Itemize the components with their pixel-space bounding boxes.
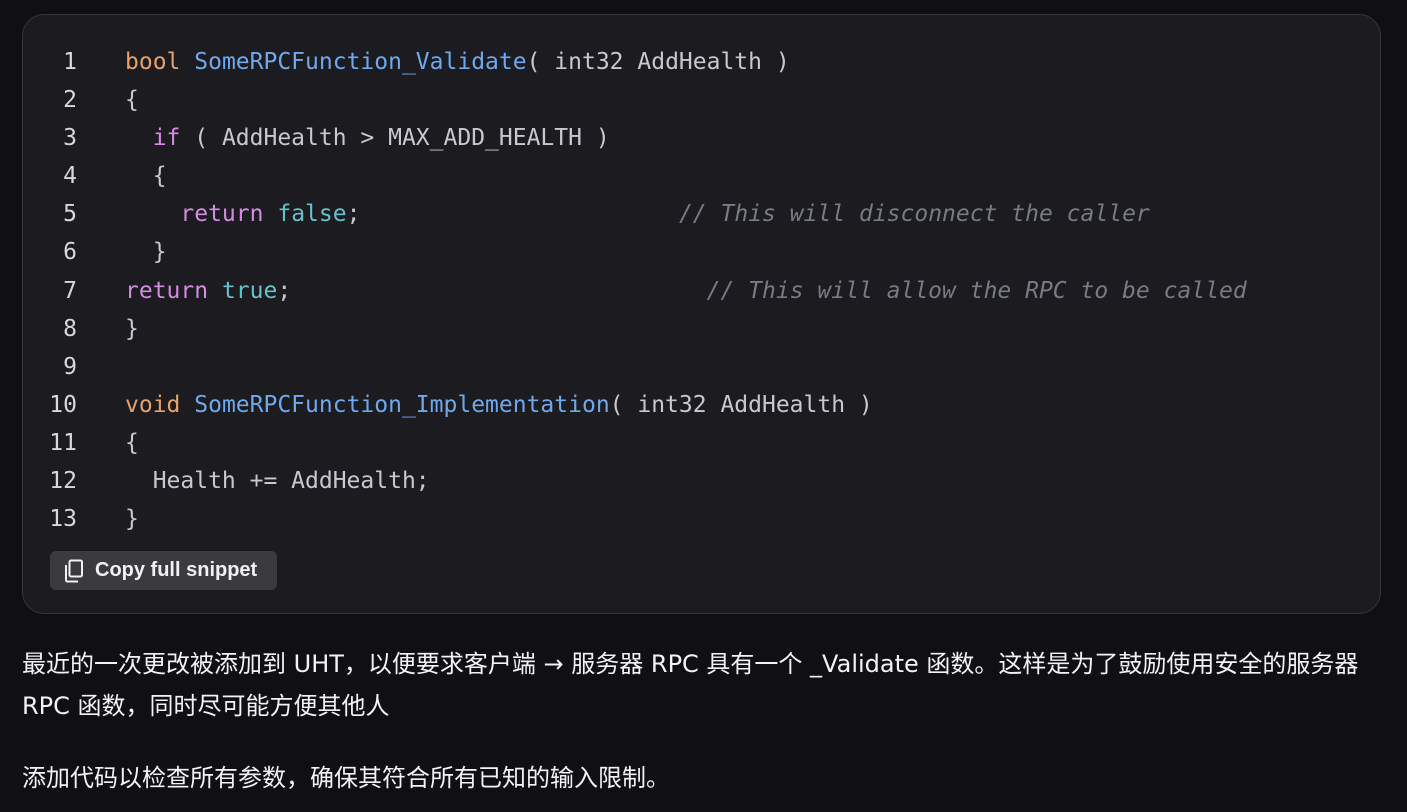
code-line: 4 { xyxy=(23,157,1380,195)
copy-full-snippet-button[interactable]: Copy full snippet xyxy=(50,551,277,590)
code-token: bool xyxy=(125,49,181,75)
code-token: ; xyxy=(346,201,361,228)
code-token: if xyxy=(152,125,181,152)
code-token: Health += AddHealth; xyxy=(125,468,430,495)
code-token: } xyxy=(125,315,139,342)
code-token: ; xyxy=(277,277,292,304)
line-number: 12 xyxy=(49,468,77,495)
code-token: { xyxy=(125,429,139,456)
line-code: { xyxy=(125,424,139,462)
line-number: 13 xyxy=(49,506,77,533)
paragraph-uht-validate: 最近的一次更改被添加到 UHT，以便要求客户端 → 服务器 RPC 具有一个 _… xyxy=(22,650,1359,720)
line-code: { xyxy=(125,157,167,195)
line-code: Health += AddHealth; xyxy=(125,462,430,500)
line-code: void SomeRPCFunction_Implementation( int… xyxy=(125,386,873,424)
line-code: } xyxy=(125,310,139,348)
line-code: return true; // This will allow the RPC … xyxy=(125,272,1247,310)
line-number: 6 xyxy=(63,239,77,266)
code-line: 6 } xyxy=(23,233,1380,271)
line-number: 5 xyxy=(63,201,77,228)
paragraph-check-parameters: 添加代码以检查所有参数，确保其符合所有已知的输入限制。 xyxy=(22,764,670,792)
code-line: 13} xyxy=(23,500,1380,538)
code-line: 7 return true; // This will allow the RPC… xyxy=(23,272,1380,310)
copy-icon xyxy=(64,559,84,583)
code-line: 5 return false; // This will disconnect … xyxy=(23,195,1380,233)
code-line: 9 xyxy=(23,348,1380,386)
code-token: SomeRPCFunction_Validate xyxy=(194,49,527,75)
copy-button-label: Copy full snippet xyxy=(95,559,258,581)
line-number: 10 xyxy=(49,391,77,418)
code-token: return xyxy=(125,277,209,304)
code-line: 10 void SomeRPCFunction_Implementation( i… xyxy=(23,386,1380,424)
code-token: ( int32 AddHealth ) xyxy=(609,391,873,418)
line-number: 4 xyxy=(63,163,77,190)
code-line: 2{ xyxy=(23,81,1380,119)
line-number: 9 xyxy=(63,353,77,380)
line-number: 1 xyxy=(63,49,77,75)
line-code: } xyxy=(125,500,139,538)
code-line: 3 if ( AddHealth > MAX_ADD_HEALTH ) xyxy=(23,119,1380,157)
code-token: ( int32 AddHealth ) xyxy=(526,49,790,75)
code-token: return xyxy=(180,201,264,228)
code-token: // This will allow the RPC to be called xyxy=(706,277,1247,304)
code-token: } xyxy=(125,506,139,533)
code-line: 8} xyxy=(23,310,1380,348)
line-code: { xyxy=(125,81,139,119)
line-number: 7 xyxy=(63,277,77,304)
code-token: SomeRPCFunction_Implementation xyxy=(194,391,610,418)
line-number: 3 xyxy=(63,125,77,152)
code-line: 11 { xyxy=(23,424,1380,462)
line-code: bool SomeRPCFunction_Validate( int32 Add… xyxy=(125,43,790,81)
code-token: void xyxy=(125,391,181,418)
line-number: 8 xyxy=(63,315,77,342)
line-number: 2 xyxy=(63,87,77,114)
code-token: { xyxy=(125,163,167,190)
code-token: } xyxy=(125,239,167,266)
code-token: ( AddHealth > MAX_ADD_HEALTH ) xyxy=(180,125,610,152)
code-snippet-card: 1 bool SomeRPCFunction_Validate( int32 Ad… xyxy=(22,14,1381,614)
code-token: { xyxy=(125,87,139,114)
line-code: return false; // This will disconnect th… xyxy=(125,195,1150,233)
code-lines: 1 bool SomeRPCFunction_Validate( int32 Ad… xyxy=(23,43,1380,538)
line-number: 11 xyxy=(49,429,77,456)
code-line: 1 bool SomeRPCFunction_Validate( int32 Ad… xyxy=(23,43,1380,81)
line-code: } xyxy=(125,233,167,271)
code-token: // This will disconnect the caller xyxy=(678,201,1150,228)
code-token: false xyxy=(277,201,347,228)
code-token: true xyxy=(221,277,278,304)
code-line: 12 Health += AddHealth; xyxy=(23,462,1380,500)
line-code: if ( AddHealth > MAX_ADD_HEALTH ) xyxy=(125,119,610,157)
